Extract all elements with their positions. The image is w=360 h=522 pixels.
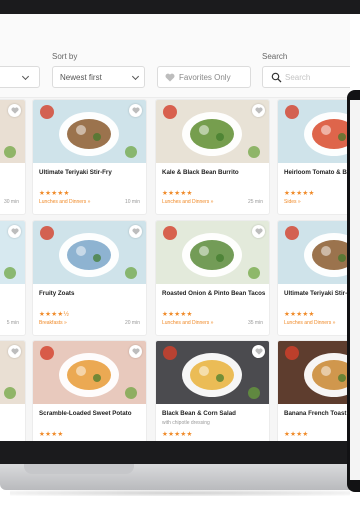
chevron-down-icon (21, 72, 30, 81)
rating-stars: ★★★★ (39, 431, 64, 438)
recipe-title[interactable]: Ultimate Teriyaki Stir-Fry (39, 169, 112, 176)
filter-bar: Sort by Newest first Favorites Only Sear… (0, 14, 350, 98)
laptop-notch (24, 464, 134, 474)
favorite-button[interactable] (8, 225, 21, 238)
recipe-card[interactable]: Ultimate Teriyaki Stir-Fry ★★★★★ Lunches a… (278, 221, 350, 335)
sort-dropdown[interactable]: Newest first (52, 66, 145, 88)
recipe-title[interactable]: Ultimate Teriyaki Stir-Fry (284, 290, 350, 297)
rating-stars: ★★★★½ (39, 311, 70, 318)
recipe-category-link[interactable]: Breakfasts » (39, 320, 67, 326)
favorites-only-toggle[interactable]: Favorites Only (157, 66, 251, 88)
category-dropdown[interactable] (0, 66, 40, 88)
recipe-photo (278, 341, 350, 404)
recipe-title[interactable]: Scramble-Loaded Sweet Potato (39, 410, 132, 417)
recipe-title[interactable]: Black Bean & Corn Salad (162, 410, 236, 417)
favorite-button[interactable] (129, 104, 142, 117)
rating-stars: ★★★★★ (284, 190, 315, 197)
recipe-photo-art (285, 105, 350, 156)
recipe-time: 10 min (124, 199, 140, 205)
recipe-card[interactable]: Scramble-Loaded Sweet Potato ★★★★ (33, 341, 146, 441)
search-label: Search (262, 52, 288, 61)
recipe-photo-art (285, 226, 350, 277)
heart-icon (255, 348, 262, 355)
favorites-only-label: Favorites Only (179, 73, 231, 82)
rating-stars: ★★★★★ (162, 190, 193, 197)
laptop-bottom-bezel (0, 441, 360, 464)
recipe-title[interactable]: Banana French Toast (284, 410, 346, 417)
recipe-photo (278, 221, 350, 284)
favorite-button[interactable] (8, 345, 21, 358)
favorite-button[interactable] (252, 104, 265, 117)
recipe-card[interactable]: Banana French Toast ★★★★ (278, 341, 350, 441)
recipe-title[interactable]: Roasted Onion & Pinto Bean Tacos (162, 290, 265, 297)
rating-stars: ★★★★ (284, 431, 309, 438)
laptop-top-bezel (0, 0, 360, 14)
heart-icon (165, 73, 175, 82)
heart-icon (132, 348, 139, 355)
heart-icon (255, 228, 262, 235)
recipe-photo (278, 100, 350, 163)
recipe-card[interactable]: Black Bean & Corn Salad with chipotle dre… (156, 341, 269, 441)
search-input[interactable]: Search (262, 66, 350, 88)
recipe-card[interactable]: 5 min (0, 221, 25, 335)
recipe-time: 5 min (6, 320, 19, 326)
rating-stars: ★★★★★ (284, 311, 315, 318)
rating-stars: ★★★★★ (39, 190, 70, 197)
recipe-card[interactable]: Fruity Zoats ★★★★½ Breakfasts » 20 min (33, 221, 146, 335)
chevron-down-icon (131, 72, 140, 81)
app-screen: Sort by Newest first Favorites Only Sear… (0, 14, 350, 441)
sort-label: Sort by (52, 52, 78, 61)
rating-stars: ★★★★★ (162, 311, 193, 318)
recipe-card[interactable]: Roasted Onion & Pinto Bean Tacos ★★★★★ Lun… (156, 221, 269, 335)
heart-icon (132, 228, 139, 235)
recipe-title[interactable]: Fruity Zoats (39, 290, 74, 297)
recipe-category-link[interactable]: Lunches and Dinners » (284, 320, 335, 326)
recipe-category-link[interactable]: Lunches and Dinners » (39, 199, 90, 205)
recipe-subtitle: with chipotle dressing (162, 420, 210, 426)
heart-icon (255, 107, 262, 114)
heart-icon (11, 348, 18, 355)
favorite-button[interactable] (252, 345, 265, 358)
recipe-card[interactable]: Kale & Black Bean Burrito ★★★★★ Lunches an… (156, 100, 269, 214)
rating-stars: ★★★★★ (162, 431, 193, 438)
recipe-title[interactable]: Kale & Black Bean Burrito (162, 169, 239, 176)
recipe-photo-art (285, 346, 350, 397)
recipe-card[interactable]: Ultimate Teriyaki Stir-Fry ★★★★★ Lunches a… (33, 100, 146, 214)
laptop-mockup: Sort by Newest first Favorites Only Sear… (0, 0, 360, 522)
recipe-time: 25 min (247, 199, 263, 205)
recipe-category-link[interactable]: Lunches and Dinners » (162, 199, 213, 205)
heart-icon (11, 107, 18, 114)
recipe-time: 35 min (247, 320, 263, 326)
favorite-button[interactable] (129, 225, 142, 238)
search-placeholder: Search (285, 73, 311, 82)
favorite-button[interactable] (129, 345, 142, 358)
laptop-shadow (10, 490, 350, 496)
heart-icon (11, 228, 18, 235)
heart-icon (132, 107, 139, 114)
favorite-button[interactable] (8, 104, 21, 117)
recipe-category-link[interactable]: Sides » (284, 199, 301, 205)
recipe-title[interactable]: Heirloom Tomato & Basil T (284, 169, 350, 176)
recipe-time: 20 min (124, 320, 140, 326)
favorite-button[interactable] (252, 225, 265, 238)
recipe-card[interactable]: Heirloom Tomato & Basil T ★★★★★ Sides » (278, 100, 350, 214)
recipe-card[interactable] (0, 341, 25, 441)
recipe-card[interactable]: 30 min (0, 100, 25, 214)
recipe-time: 30 min (3, 199, 19, 205)
recipe-category-link[interactable]: Lunches and Dinners » (162, 320, 213, 326)
sort-selected-value: Newest first (60, 73, 102, 82)
search-icon (271, 72, 282, 83)
phone-screen (350, 100, 360, 480)
